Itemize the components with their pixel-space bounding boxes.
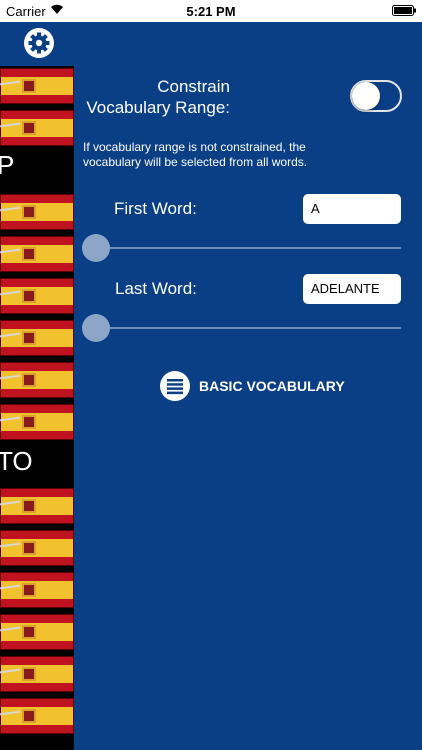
constrain-note: If vocabulary range is not constrained, … [83,140,308,169]
strip-header [0,22,74,66]
status-bar: Carrier 5:21 PM [0,0,422,22]
battery-icon [392,5,416,16]
first-word-label: First Word: [114,199,197,218]
flag-image [0,194,74,230]
settings-panel: Constrain Vocabulary Range: If vocabular… [74,22,422,750]
constrain-range-label: Constrain Vocabulary Range: [82,76,230,118]
constrain-label-line1: Constrain [157,77,230,96]
constrain-label-line2: Vocabulary Range: [86,98,230,117]
last-word-slider[interactable] [96,327,401,329]
first-word-slider[interactable] [96,247,401,249]
background-flag-strip: P TO [0,22,74,750]
flag-image [0,698,74,734]
flag-image [0,404,74,440]
flag-image [0,572,74,608]
list-icon [160,371,190,401]
flag-image [0,488,74,524]
strip-letter: TO [0,446,33,476]
last-word-field[interactable]: ADELANTE [303,274,401,304]
settings-button[interactable] [24,28,54,58]
flag-image [0,362,74,398]
first-word-field[interactable]: A [303,194,401,224]
flag-image [0,110,74,146]
strip-letter: P [0,150,15,180]
basic-vocabulary-button[interactable]: BASIC VOCABULARY [160,371,345,401]
last-word-label: Last Word: [115,279,197,298]
flag-image [0,236,74,272]
first-word-slider-thumb[interactable] [82,234,110,262]
constrain-range-toggle[interactable] [350,80,402,112]
flag-image [0,278,74,314]
status-time: 5:21 PM [186,4,236,19]
gear-icon [28,32,50,54]
toggle-knob [352,82,380,110]
flag-image [0,320,74,356]
last-word-slider-thumb[interactable] [82,314,110,342]
flag-image [0,656,74,692]
flag-image [0,68,74,104]
flag-image [0,530,74,566]
basic-vocabulary-label: BASIC VOCABULARY [199,378,345,394]
flag-image [0,614,74,650]
